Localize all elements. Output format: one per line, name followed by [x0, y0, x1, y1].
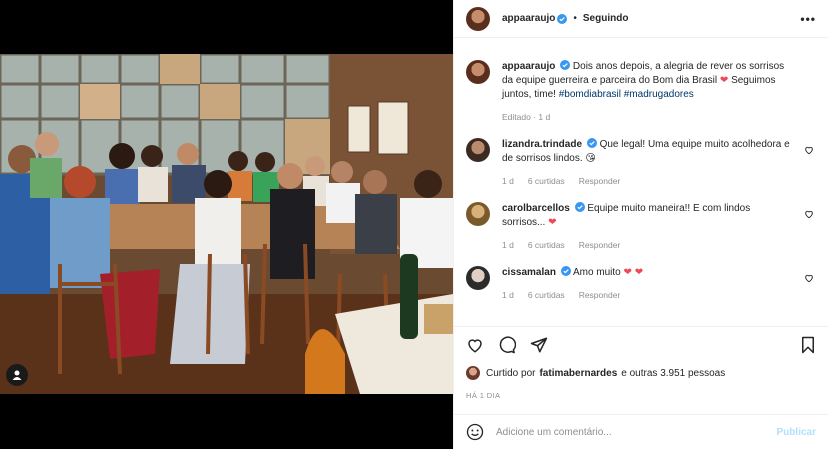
avatar[interactable] [466, 6, 490, 31]
emoji-icon[interactable] [466, 423, 484, 441]
heart-icon[interactable] [804, 145, 814, 155]
user-tag-icon[interactable] [6, 364, 28, 386]
bookmark-icon[interactable] [800, 336, 816, 354]
avatar [466, 366, 480, 380]
verified-icon [574, 202, 585, 212]
comment-icon[interactable] [498, 336, 516, 354]
comment-emoji: 😘 [585, 153, 596, 164]
header-separator: • [573, 13, 577, 24]
more-icon[interactable]: ••• [800, 12, 816, 26]
add-comment-bar: Publicar [454, 414, 828, 449]
comment-time[interactable]: 1 d [502, 174, 514, 188]
heart-icon[interactable] [804, 273, 814, 283]
comment-likes[interactable]: 6 curtidas [528, 174, 565, 188]
heart-emoji: ❤ [719, 75, 729, 86]
comment-likes[interactable]: 6 curtidas [528, 288, 565, 302]
comment-likes[interactable]: 6 curtidas [528, 238, 565, 252]
comment-item: carolbarcellos Equipe muito maneira!! E … [466, 202, 816, 252]
post-time[interactable]: HÁ 1 DIA [466, 391, 500, 400]
avatar[interactable] [466, 60, 490, 84]
comment-emoji: ❤ [548, 217, 557, 228]
comment-input[interactable] [496, 426, 777, 438]
media-area [0, 0, 453, 449]
comment-username[interactable]: cissamalan [502, 267, 556, 278]
avatar[interactable] [466, 138, 490, 162]
post-photo[interactable] [0, 54, 453, 394]
hashtag-link[interactable]: #madrugadores [624, 89, 694, 100]
post-details-panel: appaaraujo • Seguindo ••• appaaraujo Doi… [453, 0, 828, 449]
comment-username[interactable]: lizandra.trindade [502, 139, 582, 150]
comment-text: Amo muito [572, 267, 621, 278]
comments-list[interactable]: appaaraujo Dois anos depois, a alegria d… [454, 48, 828, 326]
action-bar [454, 330, 828, 360]
heart-icon[interactable] [466, 336, 484, 354]
reply-button[interactable]: Responder [579, 174, 621, 188]
comment-item: cissamalan Amo muito ❤ ❤ 1 d 6 curtidas … [466, 266, 816, 302]
comment-emoji: ❤ ❤ [623, 267, 644, 278]
reply-button[interactable]: Responder [579, 238, 621, 252]
caption-username[interactable]: appaaraujo [502, 61, 555, 72]
verified-icon [560, 60, 571, 70]
hashtag-link[interactable]: #bomdiabrasil [559, 89, 621, 100]
heart-icon[interactable] [804, 209, 814, 219]
comment-item: lizandra.trindade Que legal! Uma equipe … [466, 138, 816, 188]
caption: appaaraujo Dois anos depois, a alegria d… [466, 60, 816, 124]
comment-time[interactable]: 1 d [502, 238, 514, 252]
verified-icon [586, 138, 597, 148]
edited-label: Editado · 1 d [502, 112, 551, 122]
likes-summary: Curtido por fatimabernardes e outras 3.9… [466, 366, 725, 380]
comment-time[interactable]: 1 d [502, 288, 514, 302]
divider [454, 326, 828, 327]
share-icon[interactable] [530, 336, 548, 354]
post-header: appaaraujo • Seguindo ••• [454, 0, 828, 38]
liker-username[interactable]: fatimabernardes [539, 368, 617, 379]
avatar[interactable] [466, 266, 490, 290]
instagram-post-viewer: appaaraujo • Seguindo ••• appaaraujo Doi… [0, 0, 828, 449]
likes-prefix: Curtido por [486, 367, 536, 379]
reply-button[interactable]: Responder [579, 288, 621, 302]
comment-username[interactable]: carolbarcellos [502, 203, 570, 214]
likes-count[interactable]: e outras 3.951 pessoas [621, 368, 725, 379]
author-username[interactable]: appaaraujo [502, 13, 555, 24]
group-photo-image [0, 54, 453, 394]
publish-button[interactable]: Publicar [777, 427, 816, 438]
verified-icon [560, 266, 571, 276]
following-button[interactable]: Seguindo [583, 13, 629, 24]
avatar[interactable] [466, 202, 490, 226]
verified-icon [557, 13, 568, 24]
